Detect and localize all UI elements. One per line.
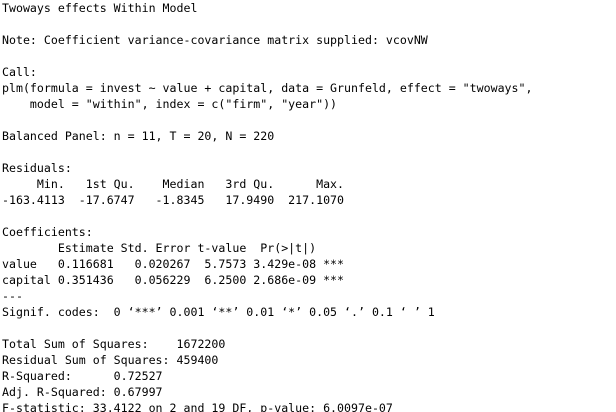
residuals-header-row: Min. 1st Qu. Median 3rd Qu. Max.	[2, 177, 352, 191]
coefficient-row-value: value 0.116681 0.020267 5.7573 3.429e-08…	[2, 257, 345, 271]
r-console-output[interactable]: Twoways effects Within Model Note: Coeff…	[2, 0, 614, 412]
call-formula-line-2: model = "within", index = c("firm", "yea…	[2, 97, 338, 111]
model-title: Twoways effects Within Model	[2, 1, 198, 15]
adj-r-squared: Adj. R-Squared: 0.67997	[2, 385, 163, 399]
call-formula-line-1: plm(formula = invest ~ value + capital, …	[2, 81, 533, 95]
coefficients-heading: Coefficients:	[2, 225, 93, 239]
total-sum-of-squares: Total Sum of Squares: 1672200	[2, 337, 226, 351]
panel-summary: Balanced Panel: n = 11, T = 20, N = 220	[2, 129, 275, 143]
f-statistic: F-statistic: 33.4122 on 2 and 19 DF, p-v…	[2, 401, 393, 412]
call-heading: Call:	[2, 65, 37, 79]
coefficients-header-row: Estimate Std. Error t-value Pr(>|t|)	[2, 241, 345, 255]
residuals-heading: Residuals:	[2, 161, 72, 175]
signif-codes: Signif. codes: 0 ‘***’ 0.001 ‘**’ 0.01 ‘…	[2, 305, 435, 319]
r-squared: R-Squared: 0.72527	[2, 369, 163, 383]
coefficient-row-capital: capital 0.351436 0.056229 6.2500 2.686e-…	[2, 273, 345, 287]
residual-sum-of-squares: Residual Sum of Squares: 459400	[2, 353, 219, 367]
separator-line: ---	[2, 289, 23, 303]
residuals-values-row: -163.4113 -17.6747 -1.8345 17.9490 217.1…	[2, 193, 352, 207]
vcov-note: Note: Coefficient variance-covariance ma…	[2, 33, 428, 47]
